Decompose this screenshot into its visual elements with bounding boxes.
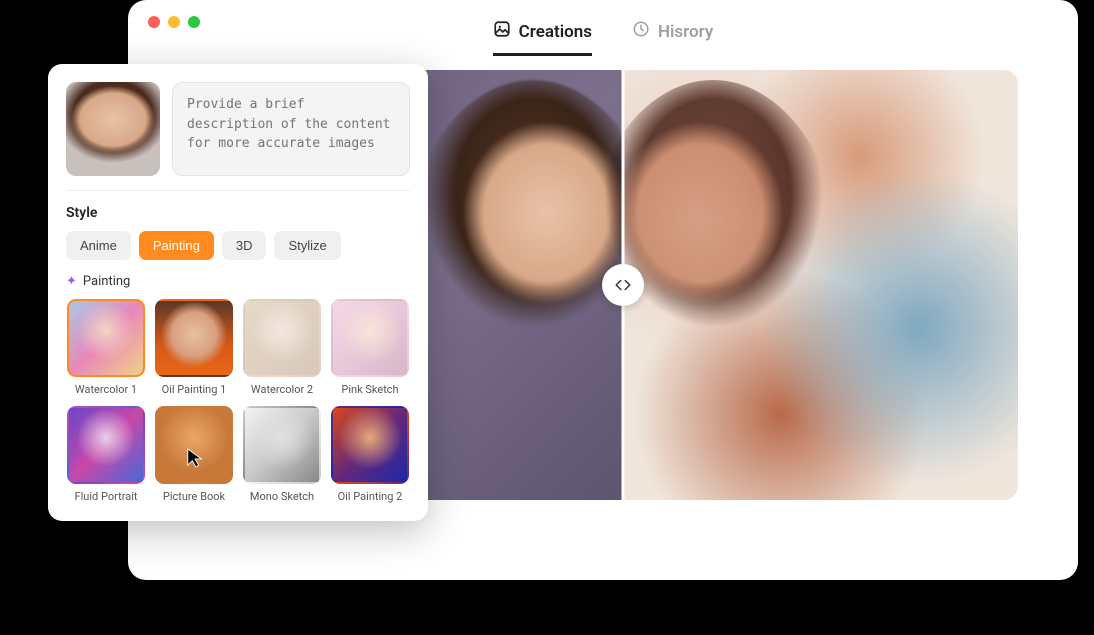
sparkle-icon: ✦ xyxy=(66,274,77,289)
preset-thumb xyxy=(155,406,233,484)
prompt-row xyxy=(66,82,410,176)
history-icon xyxy=(632,20,650,43)
style-tab-3d[interactable]: 3D xyxy=(222,231,267,260)
reference-thumbnail[interactable] xyxy=(66,82,160,176)
tab-history-label: Hisrory xyxy=(658,22,713,42)
style-preset-oil-painting-1[interactable]: Oil Painting 1 xyxy=(154,299,234,396)
style-preset-watercolor-1[interactable]: Watercolor 1 xyxy=(66,299,146,396)
top-tabs: Creations Hisrory xyxy=(128,0,1078,70)
style-category-tabs: Anime Painting 3D Stylize xyxy=(66,231,410,260)
window-controls xyxy=(148,16,200,28)
style-preset-grid: Watercolor 1 Oil Painting 1 Watercolor 2… xyxy=(66,299,410,503)
prompt-input[interactable] xyxy=(172,82,410,176)
style-preset-oil-painting-2[interactable]: Oil Painting 2 xyxy=(330,406,410,503)
preview-stylized xyxy=(623,70,1018,500)
preset-label: Pink Sketch xyxy=(330,383,410,396)
close-window-button[interactable] xyxy=(148,16,160,28)
preset-thumb xyxy=(331,299,409,377)
preset-thumb xyxy=(331,406,409,484)
style-preset-fluid-portrait[interactable]: Fluid Portrait xyxy=(66,406,146,503)
style-tab-anime[interactable]: Anime xyxy=(66,231,131,260)
preset-label: Oil Painting 2 xyxy=(330,490,410,503)
preset-thumb xyxy=(243,299,321,377)
minimize-window-button[interactable] xyxy=(168,16,180,28)
preset-label: Oil Painting 1 xyxy=(154,383,234,396)
preset-label: Picture Book xyxy=(154,490,234,503)
style-preset-watercolor-2[interactable]: Watercolor 2 xyxy=(242,299,322,396)
divider xyxy=(66,190,410,191)
preset-label: Mono Sketch xyxy=(242,490,322,503)
style-preset-mono-sketch[interactable]: Mono Sketch xyxy=(242,406,322,503)
tab-history[interactable]: Hisrory xyxy=(632,20,713,56)
preset-thumb xyxy=(67,299,145,377)
preset-thumb xyxy=(67,406,145,484)
style-header: ✦ Painting xyxy=(66,274,410,289)
preset-thumb xyxy=(155,299,233,377)
preset-label: Fluid Portrait xyxy=(66,490,146,503)
preset-label: Watercolor 1 xyxy=(66,383,146,396)
preset-thumb xyxy=(243,406,321,484)
creations-icon xyxy=(493,20,511,43)
tab-creations-label: Creations xyxy=(519,22,592,42)
style-preset-pink-sketch[interactable]: Pink Sketch xyxy=(330,299,410,396)
comparison-slider-handle[interactable] xyxy=(602,264,644,306)
style-preset-picture-book[interactable]: Picture Book xyxy=(154,406,234,503)
style-section-label: Style xyxy=(66,205,410,221)
style-panel: Style Anime Painting 3D Stylize ✦ Painti… xyxy=(48,64,428,521)
style-tab-stylize[interactable]: Stylize xyxy=(274,231,340,260)
tab-creations[interactable]: Creations xyxy=(493,20,592,56)
style-header-label: Painting xyxy=(83,274,130,289)
style-tab-painting[interactable]: Painting xyxy=(139,231,214,260)
maximize-window-button[interactable] xyxy=(188,16,200,28)
preset-label: Watercolor 2 xyxy=(242,383,322,396)
